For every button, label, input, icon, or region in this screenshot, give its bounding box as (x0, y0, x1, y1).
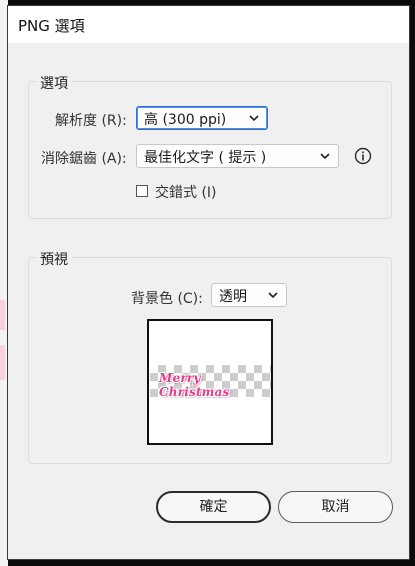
window-title: PNG 選項 (18, 17, 85, 35)
background-color-select[interactable]: 透明 (211, 283, 287, 307)
ok-button[interactable]: 確定 (156, 491, 271, 523)
resolution-select[interactable]: 高 (300 ppi) (136, 106, 268, 130)
background-color-value: 透明 (219, 289, 247, 305)
interlaced-label: 交錯式 (I) (155, 185, 217, 201)
resolution-label: 解析度 (R): (55, 113, 127, 129)
options-group-legend: 選項 (36, 73, 72, 93)
background-art-fragment (0, 345, 5, 380)
antialias-select[interactable]: 最佳化文字 ( 提示 ) (136, 144, 339, 168)
preview-art-text: Merry Christmas (159, 371, 230, 399)
chevron-down-icon (320, 153, 330, 160)
chevron-down-icon (268, 292, 278, 299)
antialias-label: 消除鋸齒 (A): (41, 151, 127, 167)
resolution-value: 高 (300 ppi) (144, 112, 227, 128)
png-options-dialog: PNG 選項 選項 解析度 (R): 高 (300 ppi) 消除鋸齒 (A):… (7, 5, 410, 560)
preview-image: Merry Christmas (147, 319, 273, 445)
background-color-label: 背景色 (C): (131, 291, 203, 307)
info-icon[interactable] (354, 147, 372, 165)
interlaced-checkbox[interactable] (136, 185, 148, 197)
title-bar: PNG 選項 (8, 6, 409, 43)
background-art-fragment (0, 300, 5, 330)
antialias-value: 最佳化文字 ( 提示 ) (144, 150, 267, 166)
preview-group-legend: 預視 (36, 249, 72, 269)
chevron-down-icon (249, 115, 259, 122)
cancel-button[interactable]: 取消 (278, 491, 393, 523)
